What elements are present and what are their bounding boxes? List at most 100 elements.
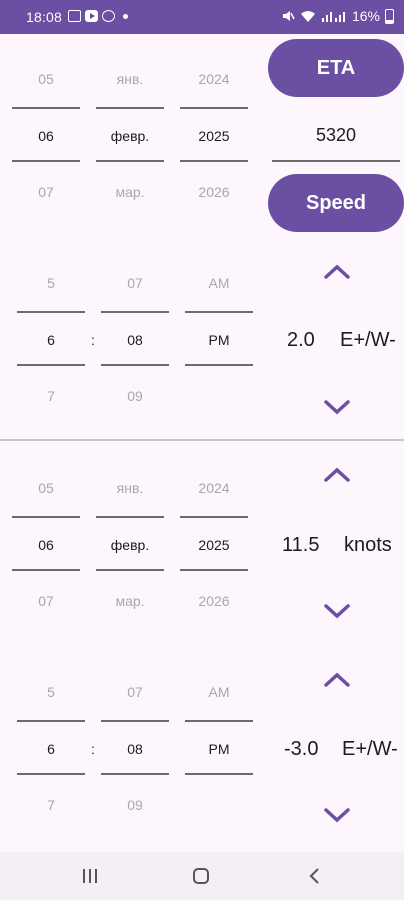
year-prev[interactable]: 2024 xyxy=(180,71,248,87)
month-wheel[interactable]: янв. февр. мар. xyxy=(96,34,164,234)
wheel-line-bottom xyxy=(180,160,248,162)
status-time: 18:08 xyxy=(26,9,63,25)
month-next[interactable]: мар. xyxy=(96,184,164,200)
wheel-line-top xyxy=(12,516,80,518)
month-next[interactable]: мар. xyxy=(96,593,164,609)
signal-icon xyxy=(321,12,345,22)
day-selected[interactable]: 06 xyxy=(12,128,80,144)
ampm-prev[interactable]: AM xyxy=(185,684,253,700)
wheel-line-bottom xyxy=(185,364,253,366)
wheel-line-bottom xyxy=(12,569,80,571)
minute-prev[interactable]: 07 xyxy=(101,684,169,700)
wheel-line-bottom xyxy=(12,160,80,162)
wheel-line-top xyxy=(185,311,253,313)
wheel-line-top xyxy=(17,311,85,313)
stepper-2-up-icon[interactable] xyxy=(322,465,352,485)
more-notifications-icon xyxy=(123,13,128,19)
stepper-1-unit: E+/W- xyxy=(340,329,396,351)
minute-next[interactable]: 09 xyxy=(101,797,169,813)
recent-apps-icon[interactable] xyxy=(80,866,100,886)
wheel-line-bottom xyxy=(96,160,164,162)
hour-wheel[interactable]: 5 6 7 xyxy=(17,240,85,420)
day-prev[interactable]: 05 xyxy=(12,480,80,496)
wheel-line-top xyxy=(96,516,164,518)
stepper-3-value: -3.0 xyxy=(284,738,319,760)
minute-next[interactable]: 09 xyxy=(101,388,169,404)
day-wheel[interactable]: 05 06 07 xyxy=(12,443,80,643)
day-selected[interactable]: 06 xyxy=(12,537,80,553)
stepper-3-unit: E+/W- xyxy=(342,738,398,760)
date-picker-2[interactable]: 05 06 07 янв. февр. мар. 2024 2025 2026 xyxy=(0,443,260,643)
day-prev[interactable]: 05 xyxy=(12,71,80,87)
hour-next[interactable]: 7 xyxy=(17,388,85,404)
minute-prev[interactable]: 07 xyxy=(101,275,169,291)
battery-percent: 16% xyxy=(351,8,380,24)
section-divider xyxy=(0,439,404,441)
gallery-notification-icon xyxy=(68,10,81,22)
year-selected[interactable]: 2025 xyxy=(180,128,248,144)
stepper-3-down-icon[interactable] xyxy=(322,805,352,825)
wheel-line-top xyxy=(101,311,169,313)
stepper-1-down-icon[interactable] xyxy=(322,397,352,417)
hour-selected[interactable]: 6 xyxy=(17,741,85,757)
time-picker-2[interactable]: 5 6 7 : 07 08 09 AM PM xyxy=(0,649,260,829)
mute-icon xyxy=(282,11,295,21)
time-separator: : xyxy=(91,741,95,757)
home-icon[interactable] xyxy=(191,866,211,886)
wifi-icon xyxy=(300,11,315,22)
ampm-wheel[interactable]: AM PM xyxy=(185,649,253,829)
wheel-line-top xyxy=(17,720,85,722)
hour-prev[interactable]: 5 xyxy=(17,684,85,700)
month-prev[interactable]: янв. xyxy=(96,71,164,87)
eta-value-field[interactable]: 5320 xyxy=(272,118,400,162)
day-next[interactable]: 07 xyxy=(12,593,80,609)
ampm-selected[interactable]: PM xyxy=(185,741,253,757)
back-icon[interactable] xyxy=(305,866,325,886)
wheel-line-top xyxy=(101,720,169,722)
month-selected[interactable]: февр. xyxy=(96,128,164,144)
stepper-1-up-icon[interactable] xyxy=(322,262,352,282)
date-picker-1[interactable]: 05 06 07 янв. февр. мар. 2024 2025 2026 xyxy=(0,34,260,234)
wheel-line-bottom xyxy=(101,773,169,775)
wheel-line-top xyxy=(12,107,80,109)
year-wheel[interactable]: 2024 2025 2026 xyxy=(180,443,248,643)
day-wheel[interactable]: 05 06 07 xyxy=(12,34,80,234)
wheel-line-bottom xyxy=(101,364,169,366)
wheel-line-top xyxy=(185,720,253,722)
month-wheel[interactable]: янв. февр. мар. xyxy=(96,443,164,643)
hour-selected[interactable]: 6 xyxy=(17,332,85,348)
year-prev[interactable]: 2024 xyxy=(180,480,248,496)
time-picker-1[interactable]: 5 6 7 : 07 08 09 AM PM xyxy=(0,240,260,420)
year-next[interactable]: 2026 xyxy=(180,593,248,609)
minute-selected[interactable]: 08 xyxy=(101,332,169,348)
ampm-selected[interactable]: PM xyxy=(185,332,253,348)
time-separator: : xyxy=(91,332,95,348)
hour-next[interactable]: 7 xyxy=(17,797,85,813)
app-notification-icon xyxy=(102,10,115,22)
minute-wheel[interactable]: 07 08 09 xyxy=(101,649,169,829)
ampm-wheel[interactable]: AM PM xyxy=(185,240,253,420)
minute-wheel[interactable]: 07 08 09 xyxy=(101,240,169,420)
eta-button[interactable]: ETA xyxy=(268,39,404,97)
year-wheel[interactable]: 2024 2025 2026 xyxy=(180,34,248,234)
wheel-line-bottom xyxy=(17,773,85,775)
battery-icon xyxy=(385,8,394,24)
wheel-line-top xyxy=(96,107,164,109)
month-prev[interactable]: янв. xyxy=(96,480,164,496)
ampm-prev[interactable]: AM xyxy=(185,275,253,291)
minute-selected[interactable]: 08 xyxy=(101,741,169,757)
month-selected[interactable]: февр. xyxy=(96,537,164,553)
system-nav-bar xyxy=(0,852,404,900)
youtube-notification-icon xyxy=(85,10,98,22)
wheel-line-bottom xyxy=(96,569,164,571)
hour-prev[interactable]: 5 xyxy=(17,275,85,291)
stepper-3-up-icon[interactable] xyxy=(322,670,352,690)
hour-wheel[interactable]: 5 6 7 xyxy=(17,649,85,829)
wheel-line-bottom xyxy=(185,773,253,775)
day-next[interactable]: 07 xyxy=(12,184,80,200)
speed-button[interactable]: Speed xyxy=(268,174,404,232)
year-next[interactable]: 2026 xyxy=(180,184,248,200)
stepper-2-down-icon[interactable] xyxy=(322,601,352,621)
system-icons: 16% xyxy=(281,8,394,24)
year-selected[interactable]: 2025 xyxy=(180,537,248,553)
